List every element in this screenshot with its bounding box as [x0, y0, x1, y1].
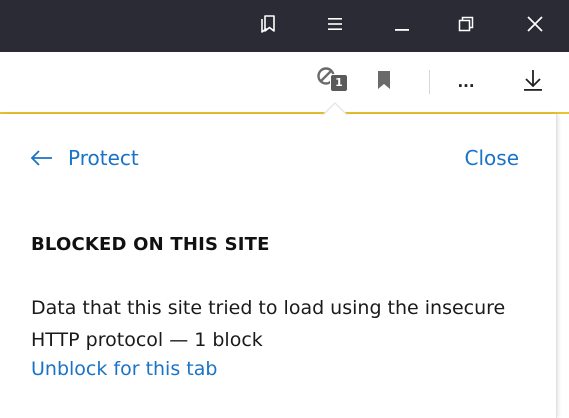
more-icon: ...	[457, 73, 475, 91]
unblock-for-tab-link[interactable]: Unblock for this tab	[31, 358, 217, 380]
downloads-button[interactable]	[520, 52, 546, 112]
bookmark-button[interactable]	[372, 52, 396, 112]
blocked-description: Data that this site tried to load using …	[31, 297, 506, 351]
bookmarks-collection-icon	[257, 13, 279, 39]
minimize-icon	[393, 15, 411, 37]
back-label: Protect	[68, 146, 139, 170]
window-titlebar	[0, 0, 569, 52]
close-window-icon	[526, 15, 544, 37]
browser-toolbar: 1 ...	[0, 52, 569, 114]
back-arrow-icon	[30, 149, 54, 167]
restore-button[interactable]	[436, 0, 496, 52]
download-icon	[522, 68, 544, 96]
bookmark-icon	[375, 69, 393, 95]
more-button[interactable]: ...	[452, 52, 480, 112]
main-menu-button[interactable]	[305, 0, 365, 52]
section-heading: BLOCKED ON THIS SITE	[31, 234, 270, 255]
bookmarks-collection-button[interactable]	[238, 0, 298, 52]
minimize-button[interactable]	[372, 0, 432, 52]
back-to-protect-link[interactable]: Protect	[30, 146, 139, 170]
popover-caret	[324, 104, 346, 115]
blocked-count-badge: 1	[330, 74, 348, 92]
toolbar-divider	[429, 70, 430, 94]
menu-icon	[326, 16, 344, 36]
close-popover-link[interactable]: Close	[465, 146, 519, 170]
restore-icon	[457, 15, 475, 37]
close-window-button[interactable]	[505, 0, 565, 52]
